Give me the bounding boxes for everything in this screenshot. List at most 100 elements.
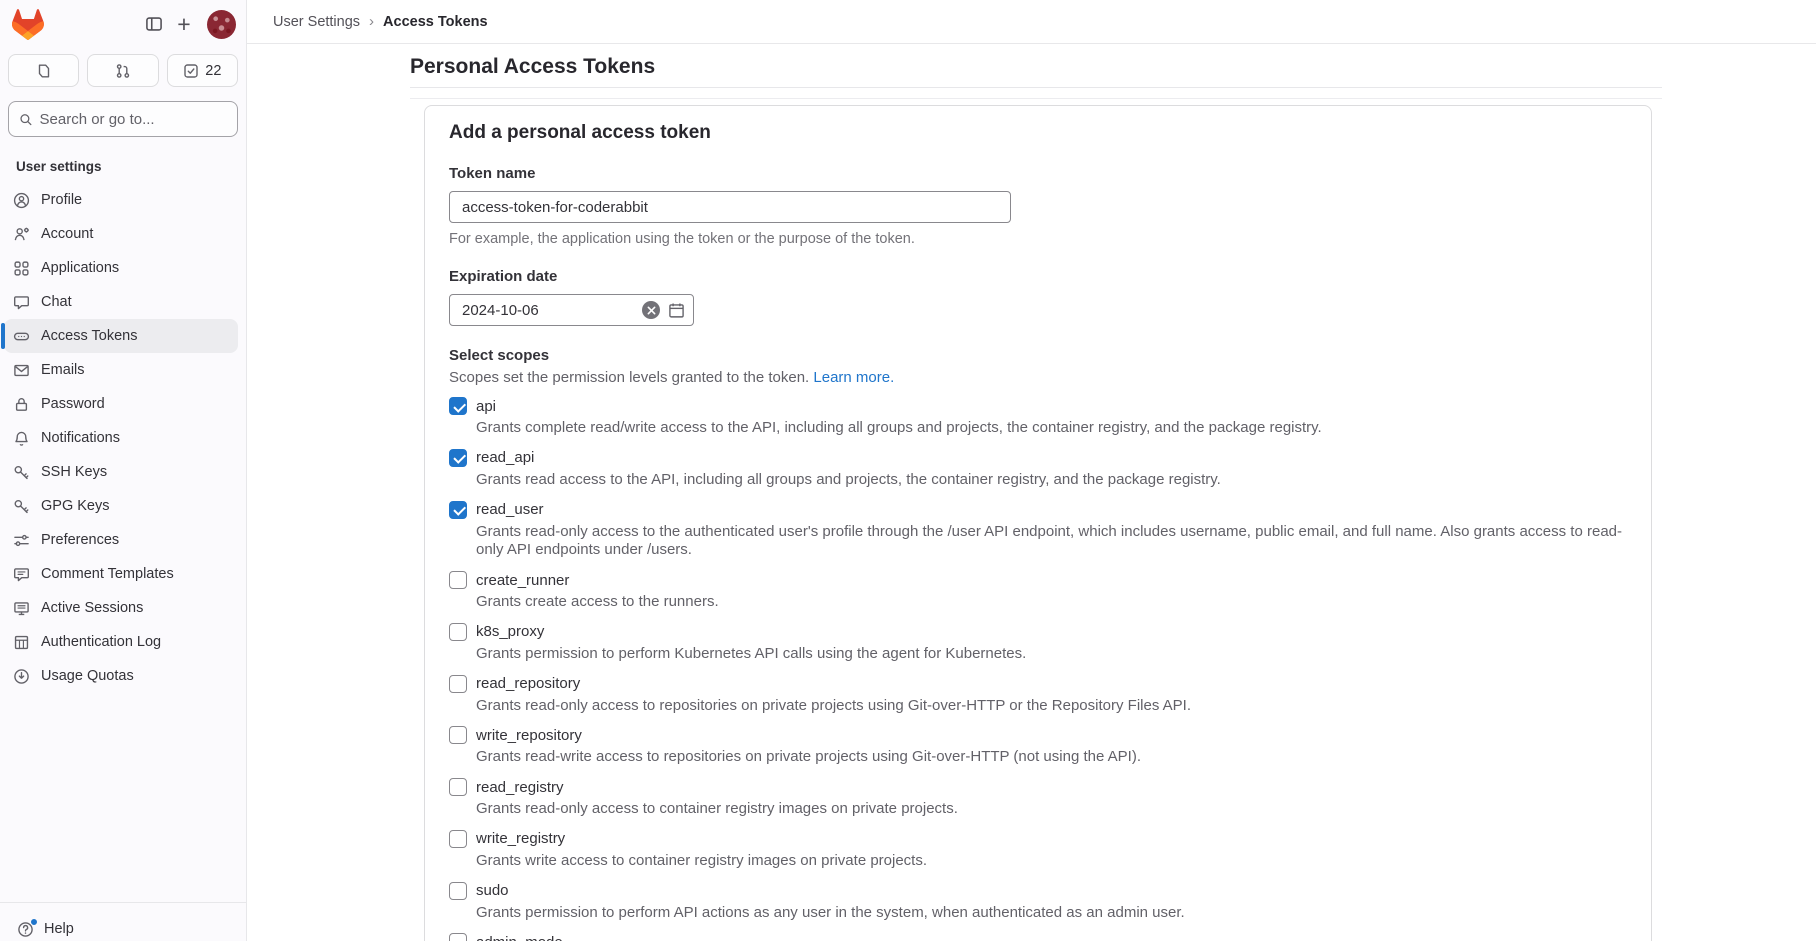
scope-label[interactable]: write_repository	[476, 727, 582, 744]
expiration-date-label: Expiration date	[449, 268, 1627, 285]
scope-label[interactable]: read_repository	[476, 675, 580, 692]
scope-description: Grants write access to container registr…	[476, 852, 1627, 871]
scope-label[interactable]: read_user	[476, 501, 544, 518]
scope-checkbox-read-api[interactable]	[449, 449, 467, 467]
help-icon	[17, 921, 34, 938]
expiration-date-field[interactable]	[449, 294, 694, 326]
scope-row-read-repository: read_repository Grants read-only access …	[449, 675, 1627, 716]
monitor-icon	[13, 600, 30, 617]
user-avatar[interactable]	[207, 10, 236, 39]
scope-label[interactable]: write_registry	[476, 830, 565, 847]
sidebar-shortcut-bar: 22	[0, 46, 246, 95]
plus-icon: +	[177, 13, 190, 36]
scope-description: Grants read access to the API, including…	[476, 471, 1627, 490]
scope-checkbox-read-user[interactable]	[449, 501, 467, 519]
main-area: User Settings › Access Tokens Personal A…	[247, 0, 1816, 941]
scope-checkbox-create-runner[interactable]	[449, 571, 467, 589]
log-icon	[13, 634, 30, 651]
scope-checkbox-api[interactable]	[449, 397, 467, 415]
notification-dot	[30, 918, 38, 926]
bell-icon	[13, 430, 30, 447]
todos-shortcut-button[interactable]: 22	[167, 54, 238, 87]
applications-icon	[13, 260, 30, 277]
sidebar-toggle-button[interactable]	[139, 9, 169, 39]
search-box[interactable]	[8, 101, 238, 137]
gitlab-logo-icon[interactable]	[12, 8, 46, 40]
close-icon	[647, 306, 656, 315]
sidebar-item-usage-quotas[interactable]: Usage Quotas	[4, 659, 238, 693]
scope-row-read-user: read_user Grants read-only access to the…	[449, 501, 1627, 561]
sidebar-item-comment-templates[interactable]: Comment Templates	[4, 557, 238, 591]
scope-checkbox-read-repository[interactable]	[449, 675, 467, 693]
scope-checkbox-write-repository[interactable]	[449, 726, 467, 744]
key-icon	[13, 464, 30, 481]
divider	[410, 87, 1662, 88]
sidebar-footer: Help	[0, 902, 246, 941]
help-button[interactable]: Help	[8, 912, 238, 941]
scope-label[interactable]: read_registry	[476, 779, 564, 796]
chevron-right-icon: ›	[369, 13, 374, 30]
sidebar-item-chat[interactable]: Chat	[4, 285, 238, 319]
issues-icon	[36, 63, 52, 79]
expiration-date-input[interactable]	[462, 302, 634, 319]
sidebar-item-ssh-keys[interactable]: SSH Keys	[4, 455, 238, 489]
learn-more-link[interactable]: Learn more.	[813, 369, 894, 386]
create-new-button[interactable]: +	[169, 9, 199, 39]
scope-label[interactable]: sudo	[476, 882, 509, 899]
scope-row-read-api: read_api Grants read access to the API, …	[449, 449, 1627, 490]
sidebar-section-label: User settings	[0, 137, 246, 183]
scope-row-k8s-proxy: k8s_proxy Grants permission to perform K…	[449, 623, 1627, 664]
sidebar-item-gpg-keys[interactable]: GPG Keys	[4, 489, 238, 523]
scope-checkbox-sudo[interactable]	[449, 882, 467, 900]
sidebar-item-authentication-log[interactable]: Authentication Log	[4, 625, 238, 659]
scope-label[interactable]: read_api	[476, 449, 534, 466]
scope-label[interactable]: create_runner	[476, 572, 569, 589]
scope-row-write-repository: write_repository Grants read-write acces…	[449, 726, 1627, 767]
comment-lines-icon	[13, 566, 30, 583]
sidebar-item-account[interactable]: Account	[4, 217, 238, 251]
sidebar-item-notifications[interactable]: Notifications	[4, 421, 238, 455]
account-icon	[13, 226, 30, 243]
search-input[interactable]	[40, 111, 227, 128]
merge-requests-shortcut-button[interactable]	[87, 54, 158, 87]
scope-label[interactable]: api	[476, 398, 496, 415]
page-title: Personal Access Tokens	[410, 55, 1662, 79]
sidebar-item-emails[interactable]: Emails	[4, 353, 238, 387]
sidebar-item-applications[interactable]: Applications	[4, 251, 238, 285]
scope-row-read-registry: read_registry Grants read-only access to…	[449, 778, 1627, 819]
sidebar-item-password[interactable]: Password	[4, 387, 238, 421]
scope-description: Grants read-write access to repositories…	[476, 748, 1627, 767]
scope-description: Grants read-only access to the authentic…	[476, 523, 1627, 561]
profile-icon	[13, 192, 30, 209]
breadcrumb: User Settings › Access Tokens	[247, 0, 1816, 44]
sidebar-header: +	[0, 0, 246, 46]
token-name-input[interactable]	[449, 191, 1011, 223]
calendar-icon[interactable]	[668, 302, 685, 319]
sidebar-item-preferences[interactable]: Preferences	[4, 523, 238, 557]
scope-description: Grants read-only access to repositories …	[476, 697, 1627, 716]
breadcrumb-user-settings[interactable]: User Settings	[273, 14, 360, 30]
scope-label[interactable]: k8s_proxy	[476, 623, 544, 640]
select-scopes-label: Select scopes	[449, 347, 1627, 364]
scope-checkbox-k8s-proxy[interactable]	[449, 623, 467, 641]
chat-icon	[13, 294, 30, 311]
sidebar-item-access-tokens[interactable]: Access Tokens	[4, 319, 238, 353]
breadcrumb-access-tokens: Access Tokens	[383, 14, 488, 30]
sidebar-item-active-sessions[interactable]: Active Sessions	[4, 591, 238, 625]
scope-label[interactable]: admin_mode	[476, 934, 563, 941]
scope-checkbox-admin-mode[interactable]	[449, 933, 467, 941]
token-name-help: For example, the application using the t…	[449, 231, 1627, 247]
divider	[410, 98, 1662, 99]
scope-description: Grants permission to perform Kubernetes …	[476, 645, 1627, 664]
scope-row-api: api Grants complete read/write access to…	[449, 397, 1627, 438]
sidebar-item-profile[interactable]: Profile	[4, 183, 238, 217]
token-name-label: Token name	[449, 165, 1627, 182]
clear-date-button[interactable]	[642, 301, 660, 319]
scope-row-sudo: sudo Grants permission to perform API ac…	[449, 882, 1627, 923]
scope-checkbox-read-registry[interactable]	[449, 778, 467, 796]
issues-shortcut-button[interactable]	[8, 54, 79, 87]
quota-icon	[13, 668, 30, 685]
scope-description: Grants create access to the runners.	[476, 593, 1627, 612]
scope-checkbox-write-registry[interactable]	[449, 830, 467, 848]
page-content: Personal Access Tokens Add a personal ac…	[410, 55, 1662, 941]
